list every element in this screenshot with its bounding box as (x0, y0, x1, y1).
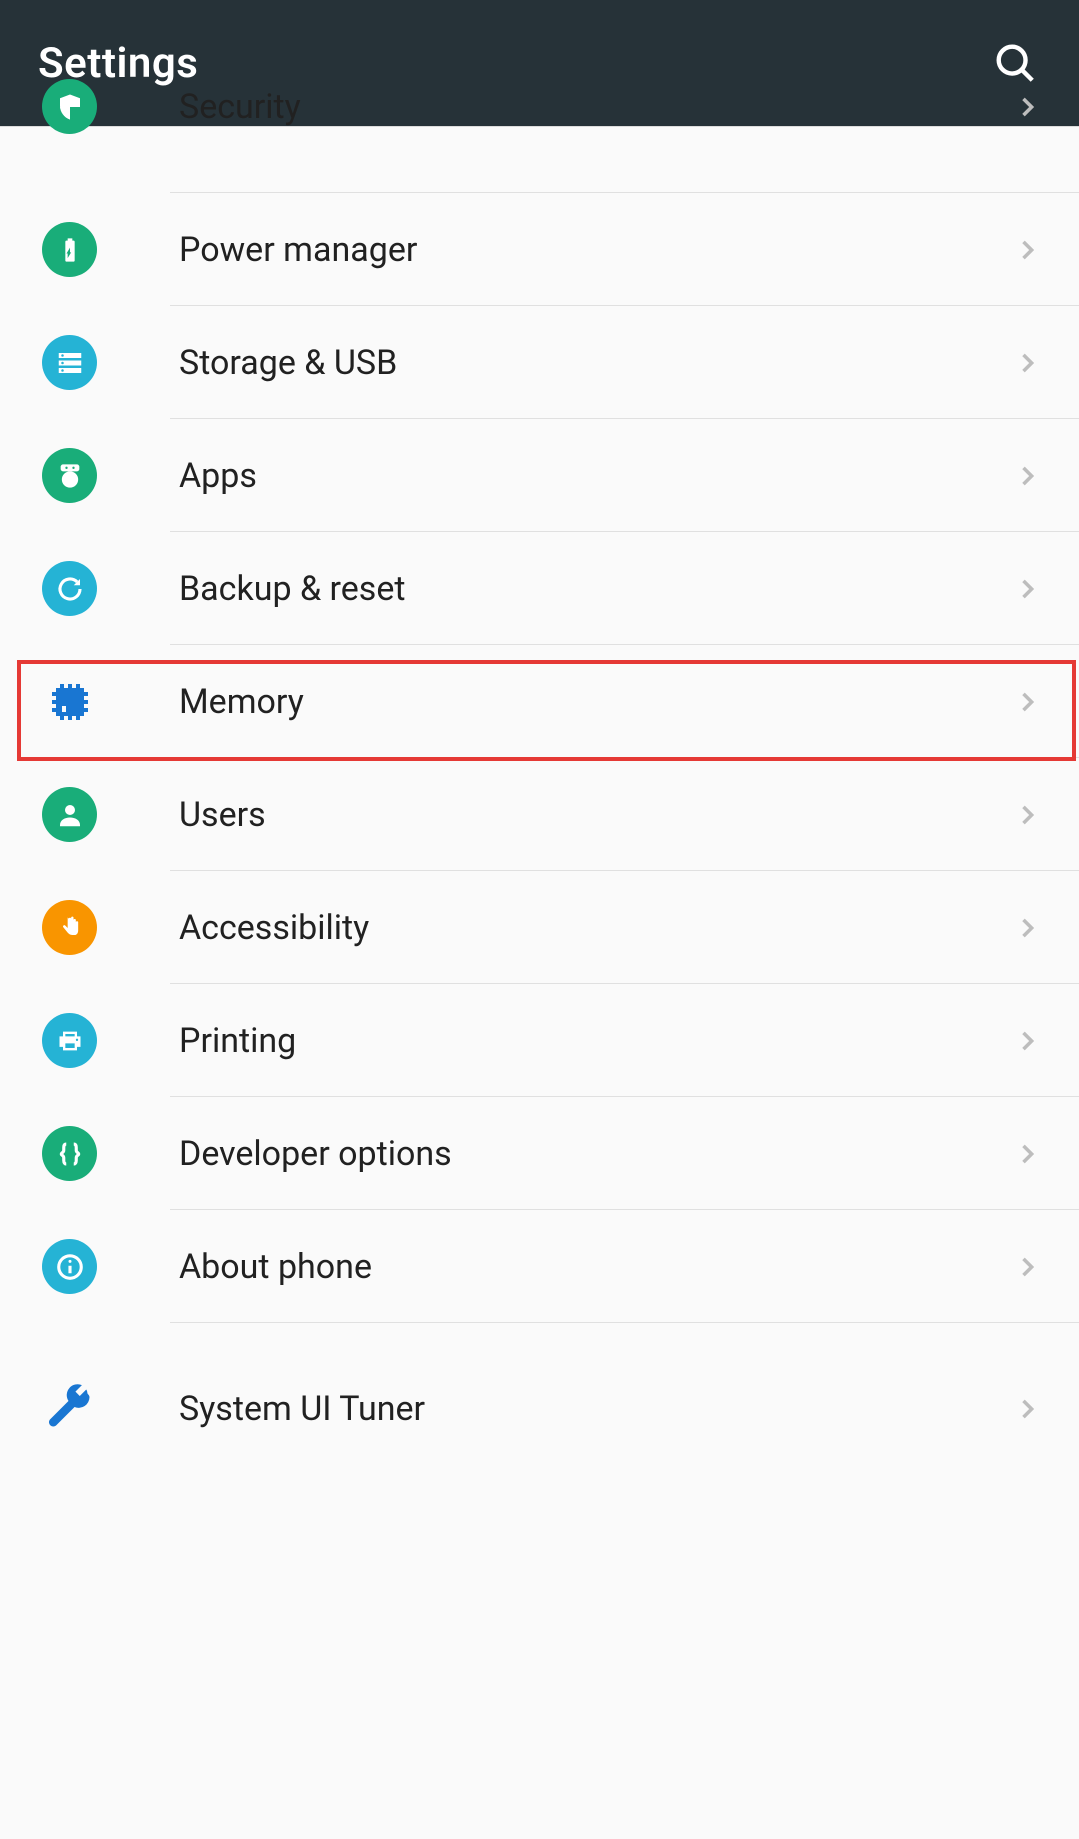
braces-icon (42, 1126, 97, 1181)
chevron-right-icon (1013, 1027, 1041, 1055)
settings-item-users[interactable]: Users (0, 758, 1079, 871)
settings-item-label: Power manager (179, 230, 1013, 270)
settings-item-label: System UI Tuner (179, 1389, 1013, 1429)
settings-item-backup-reset[interactable]: Backup & reset (0, 532, 1079, 645)
chevron-right-icon (1013, 575, 1041, 603)
settings-item-label: Backup & reset (179, 569, 1013, 609)
settings-item-label: Users (179, 795, 1013, 835)
settings-item-apps[interactable]: Apps (0, 419, 1079, 532)
user-icon (42, 787, 97, 842)
settings-item-label: Accessibility (179, 908, 1013, 948)
chevron-right-icon (1013, 349, 1041, 377)
printer-icon (42, 1013, 97, 1068)
storage-icon (42, 335, 97, 390)
chevron-right-icon (1013, 462, 1041, 490)
hand-icon (42, 900, 97, 955)
settings-item-security[interactable]: Security (0, 127, 1079, 193)
chevron-right-icon (1013, 236, 1041, 264)
settings-item-developer-options[interactable]: Developer options (0, 1097, 1079, 1210)
apps-icon (42, 448, 97, 503)
settings-item-label: Memory (179, 682, 1013, 722)
chevron-right-icon (1013, 801, 1041, 829)
chevron-right-icon (1013, 688, 1041, 716)
settings-item-printing[interactable]: Printing (0, 984, 1079, 1097)
reset-icon (42, 561, 97, 616)
settings-item-label: Storage & USB (179, 343, 1013, 383)
shield-icon (42, 79, 97, 134)
settings-item-about-phone[interactable]: About phone (0, 1210, 1079, 1323)
chevron-right-icon (1013, 93, 1041, 121)
settings-item-label: Apps (179, 456, 1013, 496)
battery-icon (42, 222, 97, 277)
settings-item-label: Printing (179, 1021, 1013, 1061)
info-icon (42, 1239, 97, 1294)
settings-list: Security Power manager Storage & USB (0, 127, 1079, 1416)
memory-icon (42, 674, 97, 729)
settings-item-system-ui-tuner[interactable]: System UI Tuner (0, 1323, 1079, 1416)
chevron-right-icon (1013, 914, 1041, 942)
chevron-right-icon (1013, 1395, 1041, 1423)
settings-item-storage-usb[interactable]: Storage & USB (0, 306, 1079, 419)
settings-item-label: About phone (179, 1247, 1013, 1287)
wrench-icon (42, 1381, 97, 1436)
settings-item-label: Developer options (179, 1134, 1013, 1174)
settings-item-label: Security (179, 87, 1013, 127)
settings-item-memory[interactable]: Memory (0, 645, 1079, 758)
chevron-right-icon (1013, 1253, 1041, 1281)
settings-item-accessibility[interactable]: Accessibility (0, 871, 1079, 984)
chevron-right-icon (1013, 1140, 1041, 1168)
settings-item-power-manager[interactable]: Power manager (0, 193, 1079, 306)
